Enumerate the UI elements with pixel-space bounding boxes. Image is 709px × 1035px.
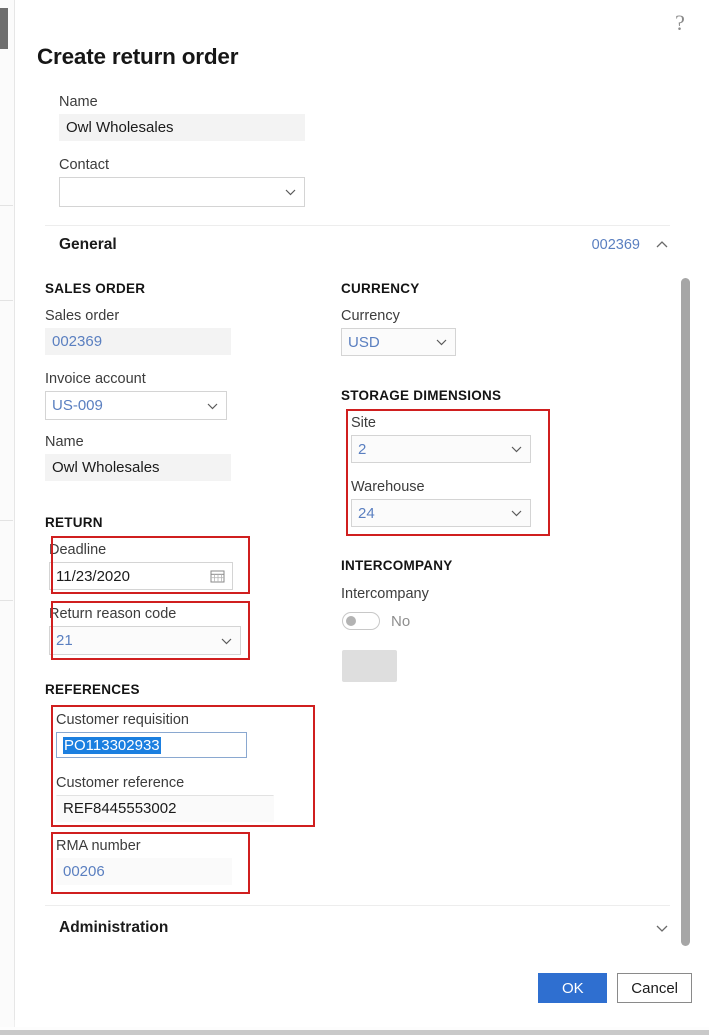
chevron-down-icon <box>284 186 297 199</box>
group-header-intercompany: INTERCOMPANY <box>341 558 453 573</box>
section-header-general[interactable]: General 002369 <box>59 236 670 254</box>
invoice-account-label: Invoice account <box>45 371 146 387</box>
chevron-down-icon <box>206 399 219 412</box>
name-value: Owl Wholesales <box>66 119 174 136</box>
contact-select[interactable] <box>59 177 305 207</box>
customer-reference-label: Customer reference <box>56 775 185 791</box>
scrollbar[interactable] <box>681 278 690 946</box>
intercompany-toggle-value: No <box>391 612 411 630</box>
background-line <box>0 600 13 601</box>
help-icon[interactable]: ? <box>665 8 695 38</box>
intercompany-toggle[interactable] <box>342 612 380 630</box>
rma-number-field-group: RMA number 00206 <box>56 838 232 885</box>
intercompany-label: Intercompany <box>341 586 429 602</box>
chevron-down-icon <box>220 634 233 647</box>
customer-reference-value: REF8445553002 <box>63 800 177 817</box>
group-header-currency: CURRENCY <box>341 281 420 296</box>
group-header-sales-order: SALES ORDER <box>45 281 146 296</box>
chevron-down-icon <box>510 443 523 456</box>
invoice-account-value: US-009 <box>52 397 103 414</box>
chevron-down-icon[interactable] <box>654 920 670 936</box>
section-title-general: General <box>59 236 117 253</box>
warehouse-value: 24 <box>358 504 375 522</box>
chevron-down-icon <box>435 336 448 349</box>
name-field-group: Name Owl Wholesales <box>59 94 305 141</box>
customer-reference-field-group: Customer reference REF8445553002 <box>56 775 274 822</box>
customer-name-value: Owl Wholesales <box>52 459 160 476</box>
section-divider <box>45 905 670 906</box>
dialog-title: Create return order <box>37 44 239 69</box>
ok-button[interactable]: OK <box>538 973 608 1003</box>
warehouse-select[interactable]: 24 <box>351 499 531 527</box>
calendar-icon[interactable] <box>210 569 225 584</box>
sales-order-input[interactable]: 002369 <box>45 328 231 355</box>
customer-name-label: Name <box>45 434 84 450</box>
customer-requisition-field-group: Customer requisition PO113302933 <box>56 712 247 758</box>
name-input[interactable]: Owl Wholesales <box>59 114 305 141</box>
name-label: Name <box>59 94 98 110</box>
placeholder-box <box>342 650 397 682</box>
return-reason-code-label: Return reason code <box>49 606 177 622</box>
background-taskbar <box>0 1027 709 1035</box>
background-line <box>0 300 13 301</box>
sales-order-label: Sales order <box>45 308 120 324</box>
customer-requisition-label: Customer requisition <box>56 712 189 728</box>
contact-label: Contact <box>59 157 109 173</box>
rma-number-value: 00206 <box>63 863 105 880</box>
customer-reference-input[interactable]: REF8445553002 <box>56 795 274 822</box>
background-page-strip <box>0 0 15 1035</box>
sales-order-field-group: Sales order 002369 <box>45 308 231 355</box>
site-field-group: Site 2 <box>351 415 531 463</box>
intercompany-toggle-row[interactable]: No <box>342 612 410 630</box>
deadline-label: Deadline <box>49 542 107 558</box>
return-reason-code-field-group: Return reason code 21 <box>49 606 241 655</box>
section-title-administration: Administration <box>59 919 169 936</box>
currency-value: USD <box>348 333 380 351</box>
group-header-return: RETURN <box>45 515 103 530</box>
cancel-button[interactable]: Cancel <box>617 973 692 1003</box>
section-divider <box>45 225 670 226</box>
section-header-administration[interactable]: Administration <box>59 919 670 937</box>
customer-requisition-value: PO113302933 <box>63 736 161 754</box>
return-reason-code-value: 21 <box>56 632 73 649</box>
group-header-references: REFERENCES <box>45 682 140 697</box>
toggle-knob <box>346 616 356 626</box>
create-return-order-dialog: ? Create return order Name Owl Wholesale… <box>14 0 709 1020</box>
rma-number-input[interactable]: 00206 <box>56 858 232 885</box>
deadline-value: 11/23/2020 <box>56 567 130 585</box>
chevron-up-icon[interactable] <box>654 237 670 253</box>
customer-name-field-group: Name Owl Wholesales <box>45 434 231 481</box>
background-line <box>0 520 13 521</box>
warehouse-label: Warehouse <box>351 479 425 495</box>
site-value: 2 <box>358 440 367 458</box>
group-header-storage-dimensions: STORAGE DIMENSIONS <box>341 388 502 403</box>
background-line <box>0 205 13 206</box>
currency-field-group: Currency USD <box>341 308 456 356</box>
currency-label: Currency <box>341 308 400 324</box>
customer-name-input[interactable]: Owl Wholesales <box>45 454 231 481</box>
sales-order-value: 002369 <box>52 333 103 350</box>
background-window-marker <box>0 8 8 49</box>
return-reason-code-select[interactable]: 21 <box>49 626 241 655</box>
chevron-down-icon <box>510 507 523 520</box>
deadline-input[interactable]: 11/23/2020 <box>49 562 233 590</box>
invoice-account-select[interactable]: US-009 <box>45 391 227 420</box>
deadline-field-group: Deadline 11/23/2020 <box>49 542 233 590</box>
invoice-account-field-group: Invoice account US-009 <box>45 371 227 420</box>
currency-select[interactable]: USD <box>341 328 456 356</box>
intercompany-field-group: Intercompany <box>341 586 429 606</box>
contact-field-group: Contact <box>59 157 305 207</box>
site-label: Site <box>351 415 376 431</box>
warehouse-field-group: Warehouse 24 <box>351 479 531 527</box>
section-badge-general[interactable]: 002369 <box>592 237 640 253</box>
scrollbar-thumb[interactable] <box>681 278 690 946</box>
dialog-button-row: OK Cancel <box>538 973 692 1003</box>
site-select[interactable]: 2 <box>351 435 531 463</box>
customer-requisition-input[interactable]: PO113302933 <box>56 732 247 758</box>
rma-number-label: RMA number <box>56 838 141 854</box>
